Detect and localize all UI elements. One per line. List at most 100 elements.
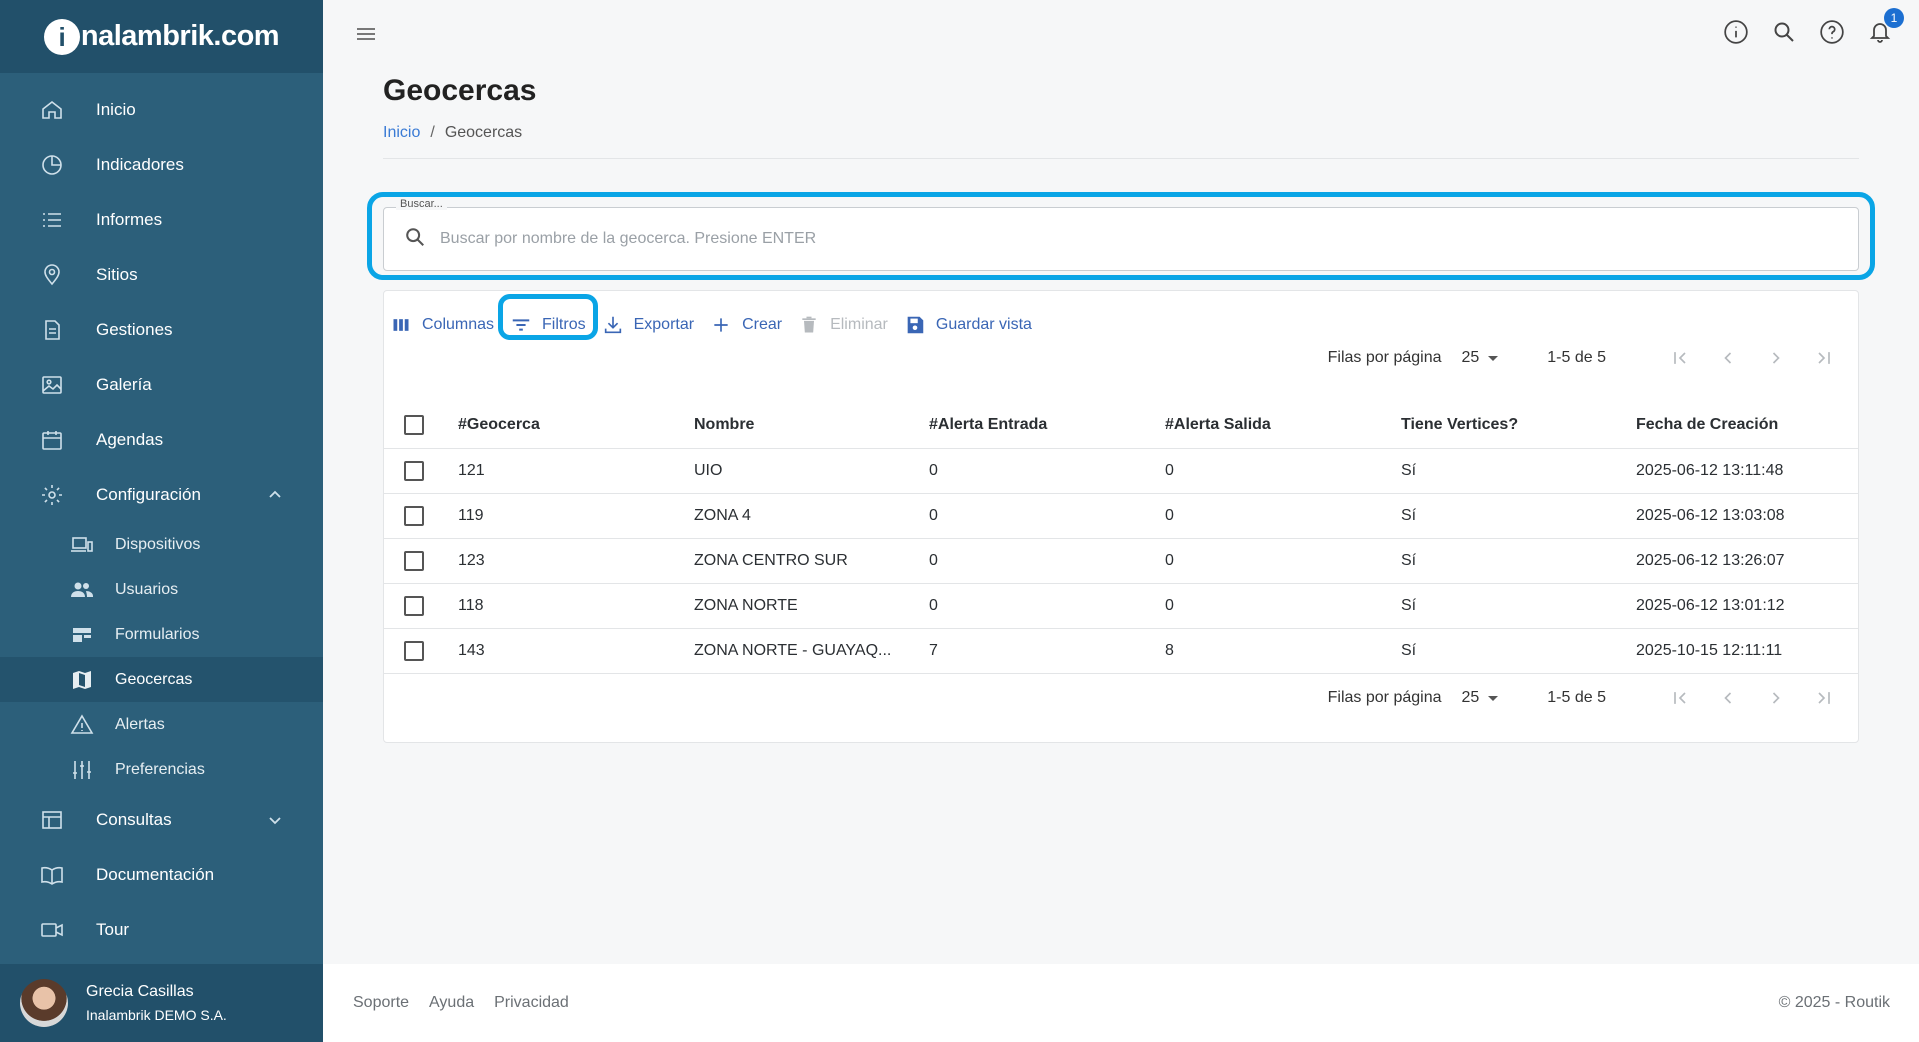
column-header[interactable]: Fecha de Creación <box>1636 402 1858 449</box>
sidebar-subitem-preferencias[interactable]: Preferencias <box>0 747 323 792</box>
breadcrumb-home-link[interactable]: Inicio <box>383 124 420 141</box>
first-page-icon[interactable] <box>1666 344 1694 372</box>
sidebar-item-tour[interactable]: Tour <box>0 902 323 957</box>
brand-logo[interactable]: i nalambrik.com <box>0 0 323 73</box>
table-row[interactable]: 121 UIO 0 0 Sí 2025-06-12 13:11:48 <box>384 448 1858 494</box>
search-input[interactable] <box>440 230 1740 248</box>
footer-copyright: © 2025 - Routik <box>1778 994 1890 1011</box>
chevron-down-icon <box>269 816 281 824</box>
footer-privacy-link[interactable]: Privacidad <box>494 994 569 1012</box>
notification-badge: 1 <box>1884 8 1904 28</box>
sidebar-subitem-alertas[interactable]: Alertas <box>0 702 323 747</box>
create-button[interactable]: Crear <box>710 314 782 336</box>
table-cell: ZONA 4 <box>694 493 929 539</box>
export-button[interactable]: Exportar <box>602 314 694 336</box>
rows-per-page-select[interactable]: 25 <box>1461 689 1499 707</box>
sidebar-item-documentacion[interactable]: Documentación <box>0 847 323 902</box>
footer-support-link[interactable]: Soporte <box>353 994 409 1012</box>
sidebar-item-indicadores[interactable]: Indicadores <box>0 137 323 192</box>
row-select-cell <box>384 628 458 674</box>
sidebar-item-sitios[interactable]: Sitios <box>0 247 323 302</box>
devices-icon <box>69 532 95 558</box>
row-checkbox[interactable] <box>404 595 424 616</box>
sidebar-item-consultas[interactable]: Consultas <box>0 792 323 847</box>
sidebar-item-galeria[interactable]: Galería <box>0 357 323 412</box>
rows-per-page-select[interactable]: 25 <box>1461 349 1499 367</box>
sidebar-subitem-usuarios[interactable]: Usuarios <box>0 567 323 612</box>
save-view-button[interactable]: Guardar vista <box>904 314 1032 336</box>
breadcrumb-current: Geocercas <box>444 124 523 141</box>
table-cell: 2025-10-15 12:11:11 <box>1636 628 1858 674</box>
column-header[interactable]: #Alerta Entrada <box>929 402 1165 449</box>
table-row[interactable]: 118 ZONA NORTE 0 0 Sí 2025-06-12 13:01:1… <box>384 583 1858 629</box>
sidebar-item-label: Agendas <box>96 429 164 449</box>
column-header[interactable]: Nombre <box>694 402 929 449</box>
map-icon <box>69 667 95 693</box>
next-page-icon[interactable] <box>1762 344 1790 372</box>
table-cell: 2025-06-12 13:01:12 <box>1636 583 1858 629</box>
save-view-label: Guardar vista <box>935 316 1032 333</box>
create-label: Crear <box>742 316 783 333</box>
column-header[interactable]: Tiene Vertices? <box>1401 402 1636 449</box>
footer-help-link[interactable]: Ayuda <box>429 994 474 1012</box>
sidebar-subitem-label: Geocercas <box>115 670 193 688</box>
delete-button[interactable]: Eliminar <box>798 314 888 336</box>
row-checkbox[interactable] <box>404 505 424 526</box>
table-cell: Sí <box>1401 628 1636 674</box>
sidebar-subitem-dispositivos[interactable]: Dispositivos <box>0 522 323 567</box>
info-icon[interactable] <box>1722 18 1750 46</box>
image-icon <box>38 371 66 399</box>
last-page-icon[interactable] <box>1810 344 1838 372</box>
table-header-row: #Geocerca Nombre #Alerta Entrada #Alerta… <box>384 402 1858 449</box>
search-icon[interactable] <box>1770 18 1798 46</box>
sidebar-subitem-formularios[interactable]: Formularios <box>0 612 323 657</box>
table-cell: 2025-06-12 13:11:48 <box>1636 448 1858 494</box>
sidebar-item-informes[interactable]: Informes <box>0 192 323 247</box>
sidebar-item-label: Sitios <box>96 264 138 284</box>
table-cell: UIO <box>694 448 929 494</box>
sidebar-item-gestiones[interactable]: Gestiones <box>0 302 323 357</box>
table-cell: 0 <box>1165 493 1401 539</box>
row-checkbox[interactable] <box>404 550 424 571</box>
table-cell: 0 <box>929 538 1165 584</box>
sidebar-subitem-label: Preferencias <box>115 760 205 778</box>
help-icon[interactable] <box>1818 18 1846 46</box>
dropdown-arrow-icon <box>1488 356 1499 361</box>
user-profile[interactable]: Grecia Casillas Inalambrik DEMO S.A. <box>0 964 323 1042</box>
table-row[interactable]: 119 ZONA 4 0 0 Sí 2025-06-12 13:03:08 <box>384 493 1858 539</box>
sidebar-item-inicio[interactable]: Inicio <box>0 82 323 137</box>
sidebar: i nalambrik.com Inicio Indicadores Inform… <box>0 0 323 1042</box>
prev-page-icon[interactable] <box>1714 344 1742 372</box>
first-page-icon[interactable] <box>1666 684 1694 712</box>
plus-icon <box>710 314 732 336</box>
sidebar-item-configuracion[interactable]: Configuración <box>0 467 323 522</box>
columns-label: Columnas <box>422 316 495 333</box>
table-icon <box>38 806 66 834</box>
sidebar-subitem-geocercas[interactable]: Geocercas <box>0 657 323 702</box>
user-name: Grecia Casillas <box>86 983 194 1000</box>
last-page-icon[interactable] <box>1810 684 1838 712</box>
hamburger-menu-icon[interactable] <box>354 22 378 46</box>
notification-bell-icon[interactable]: 1 <box>1866 8 1904 46</box>
select-all-checkbox[interactable] <box>404 414 424 435</box>
table-cell: 123 <box>458 538 694 584</box>
row-checkbox[interactable] <box>404 640 424 661</box>
top-actions: 1 <box>1722 8 1904 46</box>
list-icon <box>38 206 66 234</box>
forms-icon <box>69 622 95 648</box>
prev-page-icon[interactable] <box>1714 684 1742 712</box>
columns-button[interactable]: Columnas <box>390 314 494 336</box>
column-header[interactable]: #Geocerca <box>458 402 694 449</box>
next-page-icon[interactable] <box>1762 684 1790 712</box>
search-field[interactable] <box>383 207 1859 271</box>
sidebar-subitem-label: Dispositivos <box>115 535 201 553</box>
column-header[interactable]: #Alerta Salida <box>1165 402 1401 449</box>
user-org: Inalambrik DEMO S.A. <box>86 1007 227 1023</box>
table-row[interactable]: 143 ZONA NORTE - GUAYAQ... 7 8 Sí 2025-1… <box>384 628 1858 674</box>
data-grid: Columnas Filtros Exportar Crear Eliminar… <box>383 290 1859 743</box>
table-cell: 7 <box>929 628 1165 674</box>
table-row[interactable]: 123 ZONA CENTRO SUR 0 0 Sí 2025-06-12 13… <box>384 538 1858 584</box>
row-checkbox[interactable] <box>404 460 424 481</box>
sidebar-item-label: Informes <box>96 209 163 229</box>
sidebar-item-agendas[interactable]: Agendas <box>0 412 323 467</box>
